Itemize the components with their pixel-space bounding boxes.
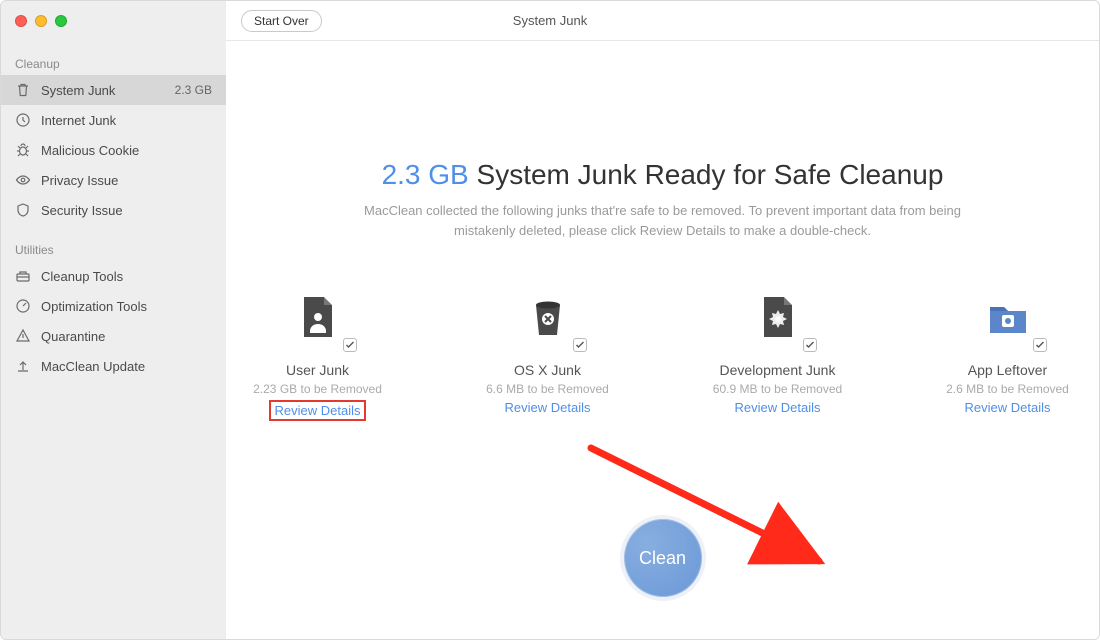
sidebar-item-malicious-cookie[interactable]: Malicious Cookie	[1, 135, 226, 165]
sidebar-item-label: Privacy Issue	[41, 173, 118, 188]
hero-subtitle: MacClean collected the following junks t…	[353, 201, 973, 240]
sidebar-item-label: Security Issue	[41, 203, 123, 218]
upload-icon	[15, 358, 31, 374]
sidebar-item-internet-junk[interactable]: Internet Junk	[1, 105, 226, 135]
card-osx-junk: OS X Junk 6.6 MB to be Removed Review De…	[468, 288, 628, 421]
sidebar-section-cleanup: Cleanup	[1, 51, 226, 75]
sidebar-item-label: Internet Junk	[41, 113, 116, 128]
review-details-link[interactable]: Review Details	[269, 400, 367, 421]
sidebar-item-label: Cleanup Tools	[41, 269, 123, 284]
close-window-button[interactable]	[15, 15, 27, 27]
review-details-link[interactable]: Review Details	[505, 400, 591, 415]
gauge-icon	[15, 298, 31, 314]
hero: 2.3 GB System Junk Ready for Safe Cleanu…	[226, 41, 1099, 240]
window-controls	[1, 1, 226, 41]
start-over-button[interactable]: Start Over	[241, 10, 322, 32]
card-development-junk: Development Junk 60.9 MB to be Removed R…	[698, 288, 858, 421]
checkbox-icon[interactable]	[803, 338, 817, 352]
sidebar-item-macclean-update[interactable]: MacClean Update	[1, 351, 226, 381]
card-size: 6.6 MB to be Removed	[468, 382, 628, 396]
app-folder-icon	[979, 288, 1037, 346]
card-size: 2.23 GB to be Removed	[238, 382, 398, 396]
titlebar: Start Over System Junk	[1, 1, 1099, 41]
toolbox-icon	[15, 268, 31, 284]
checkbox-icon[interactable]	[343, 338, 357, 352]
card-user-junk: User Junk 2.23 GB to be Removed Review D…	[238, 288, 398, 421]
review-details-link[interactable]: Review Details	[735, 400, 821, 415]
sidebar-item-privacy-issue[interactable]: Privacy Issue	[1, 165, 226, 195]
eye-icon	[15, 172, 31, 188]
window-body: Cleanup System Junk 2.3 GB Internet Junk…	[1, 41, 1099, 639]
sidebar-item-label: Quarantine	[41, 329, 105, 344]
minimize-window-button[interactable]	[35, 15, 47, 27]
sidebar-item-quarantine[interactable]: Quarantine	[1, 321, 226, 351]
sidebar: Cleanup System Junk 2.3 GB Internet Junk…	[1, 41, 226, 639]
card-size: 2.6 MB to be Removed	[928, 382, 1088, 396]
hero-title-rest: System Junk Ready for Safe Cleanup	[469, 159, 944, 190]
sidebar-item-label: Optimization Tools	[41, 299, 147, 314]
zoom-window-button[interactable]	[55, 15, 67, 27]
clean-button[interactable]: Clean	[620, 515, 706, 601]
sidebar-item-label: MacClean Update	[41, 359, 145, 374]
sidebar-item-label: Malicious Cookie	[41, 143, 139, 158]
sidebar-item-cleanup-tools[interactable]: Cleanup Tools	[1, 261, 226, 291]
card-title: User Junk	[238, 362, 398, 378]
warning-icon	[15, 328, 31, 344]
app-window: Start Over System Junk Cleanup System Ju…	[0, 0, 1100, 640]
card-size: 60.9 MB to be Removed	[698, 382, 858, 396]
user-file-icon	[289, 288, 347, 346]
review-details-link[interactable]: Review Details	[965, 400, 1051, 415]
card-title: Development Junk	[698, 362, 858, 378]
shield-icon	[15, 202, 31, 218]
bug-icon	[15, 142, 31, 158]
trash-icon	[15, 82, 31, 98]
hero-title: 2.3 GB System Junk Ready for Safe Cleanu…	[226, 159, 1099, 191]
gear-file-icon	[749, 288, 807, 346]
checkbox-icon[interactable]	[573, 338, 587, 352]
clock-icon	[15, 112, 31, 128]
sidebar-item-system-junk[interactable]: System Junk 2.3 GB	[1, 75, 226, 105]
sidebar-section-utilities: Utilities	[1, 237, 226, 261]
sidebar-item-badge: 2.3 GB	[175, 83, 212, 97]
hero-title-accent: 2.3 GB	[382, 159, 469, 190]
sidebar-item-security-issue[interactable]: Security Issue	[1, 195, 226, 225]
card-title: App Leftover	[928, 362, 1088, 378]
junk-categories: User Junk 2.23 GB to be Removed Review D…	[226, 288, 1099, 421]
sidebar-item-label: System Junk	[41, 83, 115, 98]
checkbox-icon[interactable]	[1033, 338, 1047, 352]
card-title: OS X Junk	[468, 362, 628, 378]
trash-bin-icon	[519, 288, 577, 346]
main-content: 2.3 GB System Junk Ready for Safe Cleanu…	[226, 41, 1099, 639]
sidebar-item-optimization-tools[interactable]: Optimization Tools	[1, 291, 226, 321]
card-app-leftover: App Leftover 2.6 MB to be Removed Review…	[928, 288, 1088, 421]
